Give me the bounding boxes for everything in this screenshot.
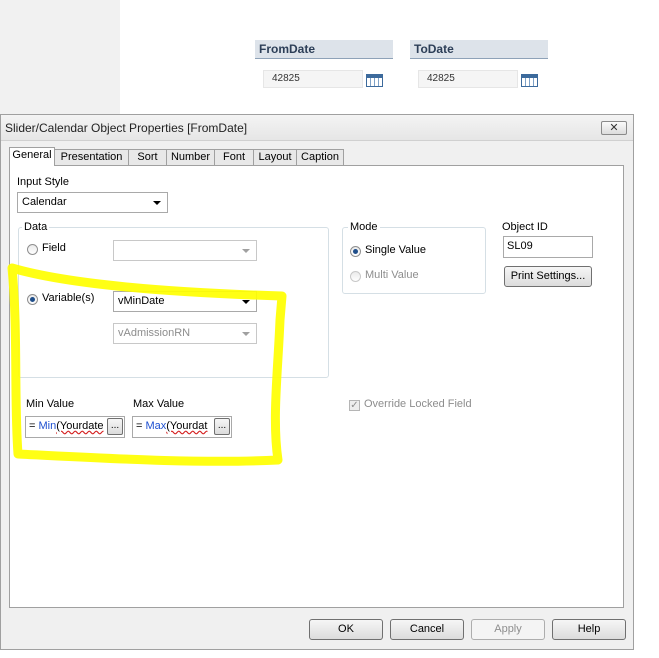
highlight-stroke xyxy=(7,263,287,466)
tab-general[interactable]: General xyxy=(9,147,55,166)
highlight-annotation xyxy=(7,263,287,466)
